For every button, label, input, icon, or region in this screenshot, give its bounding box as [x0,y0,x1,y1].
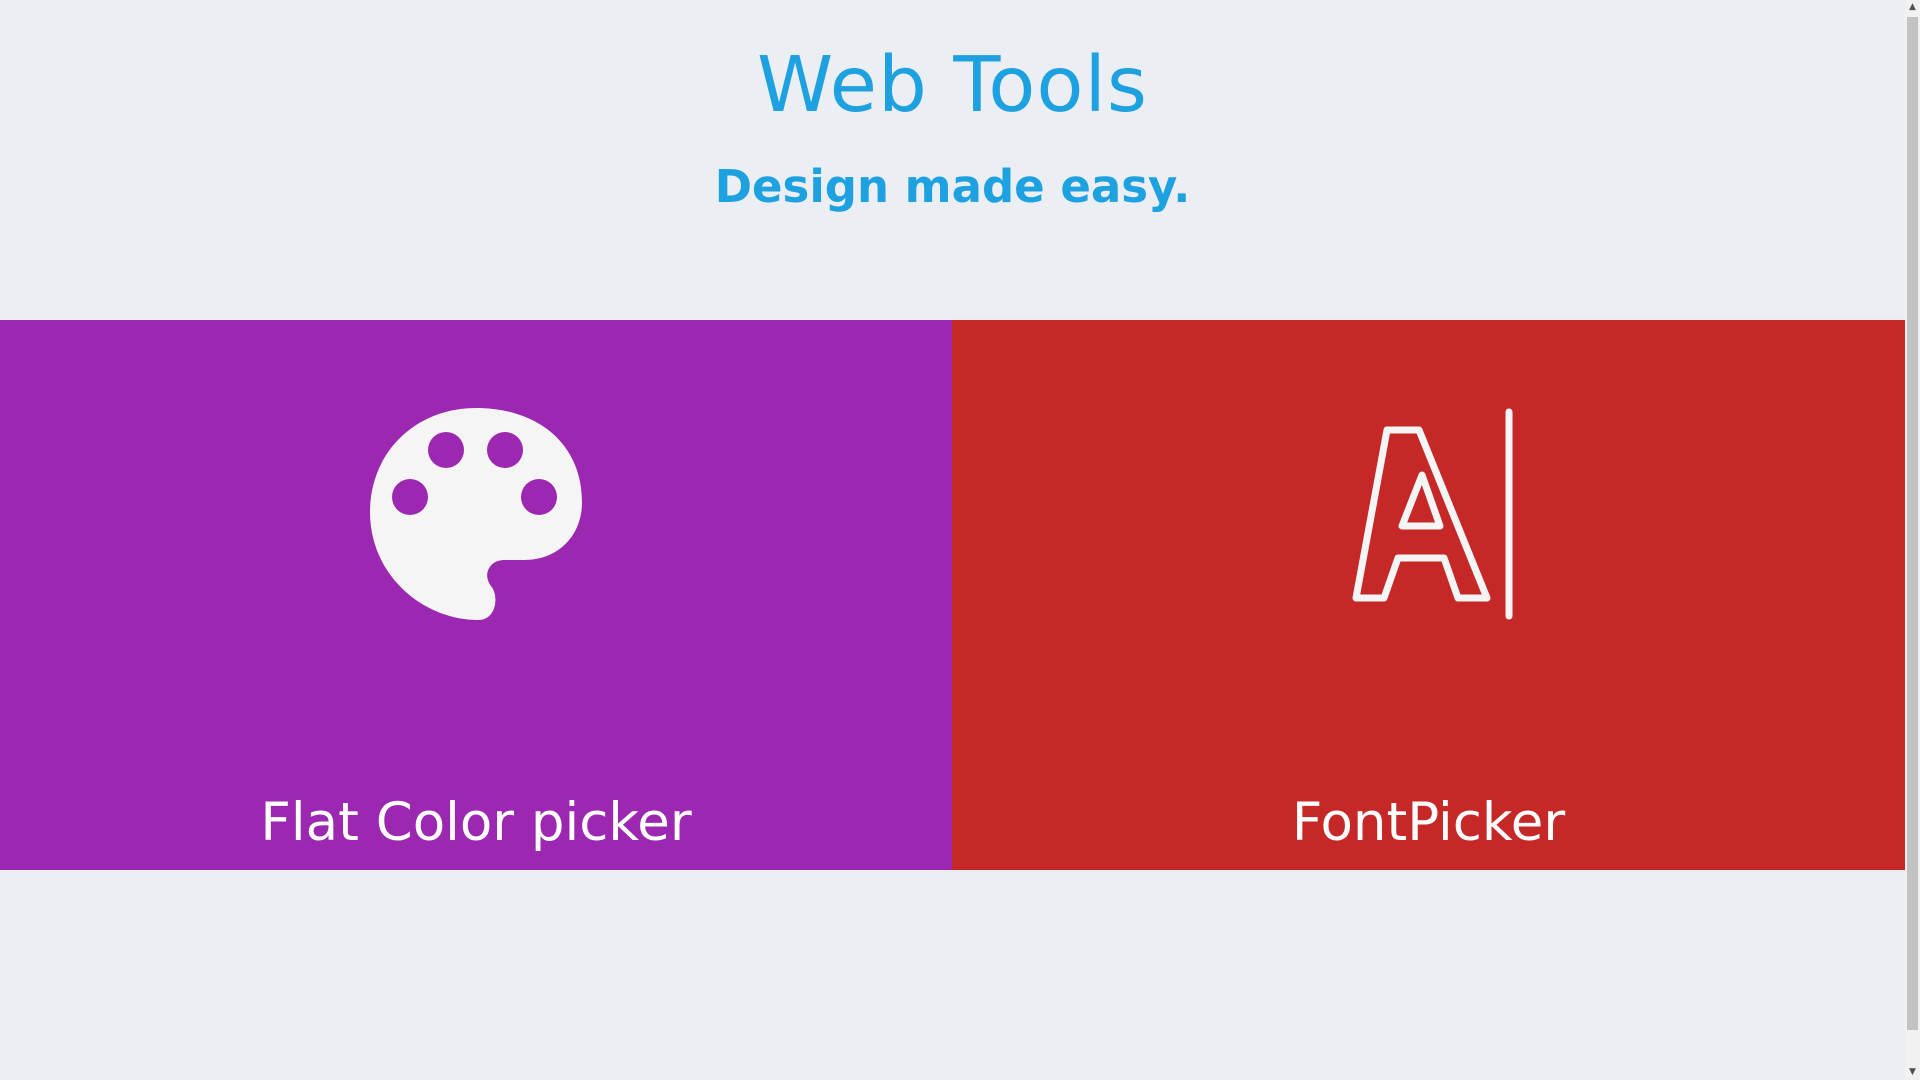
page-subtitle: Design made easy. [714,160,1191,213]
header: Web Tools Design made easy. [0,0,1905,320]
tool-cards: Flat Color picker FontPicker [0,320,1905,870]
flat-color-picker-card[interactable]: Flat Color picker [0,320,952,870]
fontpicker-card[interactable]: FontPicker [952,320,1905,870]
card-label: FontPicker [1291,792,1566,853]
card-label: Flat Color picker [260,792,692,853]
vertical-scrollbar[interactable]: ▲ ▼ [1905,0,1920,1080]
palette-icon [0,408,952,620]
page: Web Tools Design made easy. Flat Color p… [0,0,1905,1080]
font-cursor-icon [952,408,1905,620]
scroll-down-arrow-icon[interactable]: ▼ [1905,1065,1920,1080]
page-title: Web Tools [756,41,1149,130]
scroll-up-arrow-icon[interactable]: ▲ [1905,0,1920,15]
scroll-thumb[interactable] [1907,17,1918,1030]
